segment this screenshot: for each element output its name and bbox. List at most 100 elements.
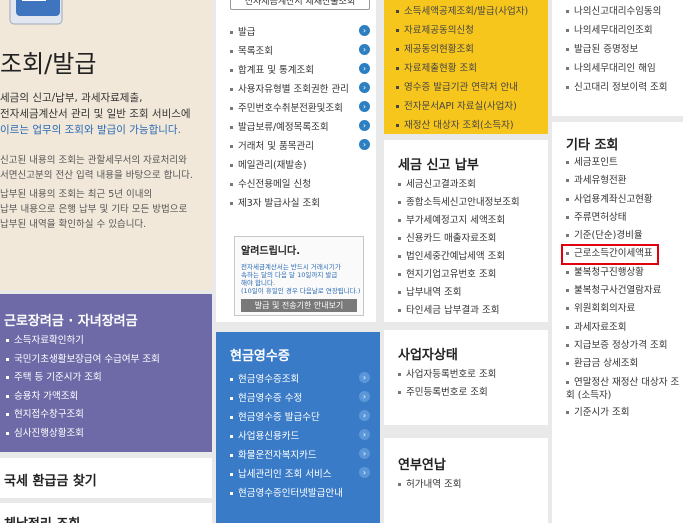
note-line-4: 납부 내용으로 은행 납부 및 기타 모든 방법으로 [0,204,188,215]
delinquent-title: 체납정리 조회 [4,513,80,523]
earned-income-list: 소득자료확인하기 국민기초생활보장급여 수급여부 조회 주택 등 기준시가 조회… [6,332,206,443]
earned-income-box: 근로장려금 · 자녀장려금 소득자료확인하기 국민기초생활보장급여 수급여부 조… [0,294,212,452]
etc-item[interactable]: 주류면허상태 [566,209,683,227]
agent-item[interactable]: 나의세무대리인 해임 [566,59,683,78]
etc-item[interactable]: 과세유형전환 [566,172,683,190]
agent-item[interactable]: 발급된 증명정보 [566,40,683,59]
yellow-item[interactable]: 소득세액공제조회/발급(사업자) [396,2,544,21]
yellow-box: 소득세액공제조회/발급(사업자) 자료제공동의신청 제공동의현황조회 자료제출현… [384,0,548,134]
etc-item[interactable]: 세금포인트 [566,154,683,172]
chevron-right-icon: › [359,82,370,93]
business-status-item[interactable]: 사업자등록번호로 조회 [398,366,543,384]
cash-receipt-box: 현금영수증 현금영수증조회 › 현금영수증 수정 › 현금영수증 발급수단 › 사업용… [216,332,380,523]
tax-report-list: 세금신고결과조회 종합소득세신고안내정보조회 부가세예정고지 세액조회 신용카드… [398,176,543,320]
etc-item[interactable]: 지급보증 정상가격 조회 [566,337,683,355]
yellow-item[interactable]: 제공동의현황조회 [396,40,544,59]
etc-title: 기타 조회 [566,138,619,153]
etax-item[interactable]: 메일관리(재발송) [230,156,370,175]
yellow-item[interactable]: 전자문서API 자료실(사업자) [396,97,544,116]
agent-list: 나의신고대리수임동의 나의세무대리인조회 발급된 증명정보 나의세무대리인 해임… [566,2,683,97]
etax-panel: 전자세금계산서 제재산출조회 발급 › 목록조회 › 합계표 및 통계조회 › 사용자… [216,0,376,322]
note-line-5: 납부된 내역을 확인하실 수 있습니다. [0,219,147,230]
cash-receipt-item[interactable]: 현금영수증조회 › [230,370,370,389]
tax-report-item[interactable]: 신용카드 매출자료조회 [398,230,543,248]
etax-top-button[interactable]: 전자세금계산서 제재산출조회 [230,0,370,10]
cash-receipt-item[interactable]: 사업용신용카드 › [230,427,370,446]
refund-box[interactable]: 국세 환급금 찾기 [0,458,212,498]
etax-item[interactable]: 주민번호수취분전환및조회 › [230,99,370,118]
earned-income-title: 근로장려금 · 자녀장려금 [4,314,138,329]
etc-item-highlighted[interactable]: 근로소득간이세액표 [561,244,659,265]
chevron-right-icon: › [359,372,370,383]
tax-report-item[interactable]: 종합소득세신고안내정보조회 [398,194,543,212]
cash-receipt-item[interactable]: 현금영수증 수정 › [230,389,370,408]
cash-receipt-item[interactable]: 화물운전자복지카드 › [230,446,370,465]
earned-income-item[interactable]: 소득자료확인하기 [6,332,206,351]
etc-item[interactable]: 기준(단순)경비율 [566,227,683,245]
etc-item[interactable]: 기준시가 조회 [566,404,683,422]
annual-pension-list: 허가내역 조회 [398,476,543,494]
earned-income-item[interactable]: 승용차 가액조회 [6,388,206,407]
tax-report-item[interactable]: 현지기업고유번호 조회 [398,266,543,284]
etc-item[interactable]: 과세자료조회 [566,319,683,337]
etc-item[interactable]: 불복청구진행상황 [566,264,683,282]
etax-list: 발급 › 목록조회 › 합계표 및 통계조회 › 사용자유형별 조회권한 관리 › 주민… [230,23,370,213]
yellow-item[interactable]: 자료제출현황 조회 [396,59,544,78]
note-line-2: 서면신고분의 전산 입력 내용을 바탕으로 합니다. [0,170,193,181]
earned-income-item[interactable]: 주택 등 기준시가 조회 [6,369,206,388]
tax-report-item[interactable]: 세금신고결과조회 [398,176,543,194]
note-line-1: 신고된 내용의 조회는 관할세무서의 자료처리와 [0,155,187,166]
notice-line-4: (10일이 휴일인 경우 다음날로 연장됩니다.) [241,287,361,295]
delinquent-box[interactable]: 체납정리 조회 [0,503,212,523]
cash-receipt-item[interactable]: 현금영수증 발급수단 › [230,408,370,427]
etax-item[interactable]: 발급 › [230,23,370,42]
chevron-right-icon: › [359,63,370,74]
etc-item[interactable]: 환급금 상세조회 [566,355,683,373]
etax-item[interactable]: 합계표 및 통계조회 › [230,61,370,80]
agent-item[interactable]: 나의세무대리인조회 [566,21,683,40]
etc-item[interactable]: 위원회회의자료 [566,300,683,318]
business-status-list: 사업자등록번호로 조회 주민등록번호로 조회 [398,366,543,402]
etc-item[interactable]: 불복청구사건열람자료 [566,282,683,300]
yellow-item[interactable]: 자료제공동의신청 [396,21,544,40]
cash-receipt-item[interactable]: 납세관리인 조회 서비스 › [230,465,370,484]
refund-title: 국세 환급금 찾기 [4,474,97,489]
etc-list: 세금포인트 과세유형전환 사업용계좌신고현황 주류면허상태 기준(단순)경비율 … [561,154,683,422]
agent-box: 나의신고대리수임동의 나의세무대리인조회 발급된 증명정보 나의세무대리인 해임… [552,0,683,116]
tax-report-item[interactable]: 법인세중간예납세액 조회 [398,248,543,266]
etc-item[interactable]: 사업용계좌신고현황 [566,191,683,209]
yellow-item[interactable]: 재정산 대상자 조회(소득자) [396,116,544,135]
tax-report-box: 세금 신고 납부 세금신고결과조회 종합소득세신고안내정보조회 부가세예정고지 … [384,140,548,322]
tax-report-item[interactable]: 타인세금 납부결과 조회 [398,302,543,320]
cash-receipt-item[interactable]: 현금영수증인터넷발급안내 [230,484,370,503]
chevron-right-icon: › [359,467,370,478]
earned-income-item[interactable]: 심사진행상황조회 [6,425,206,444]
etax-item[interactable]: 수신전용메일 신청 [230,175,370,194]
yellow-item[interactable]: 영수증 발급기관 연락처 안내 [396,78,544,97]
etax-item[interactable]: 제3자 발급사실 조회 [230,194,370,213]
etax-item[interactable]: 거래처 및 품목관리 › [230,137,370,156]
chevron-right-icon: › [359,101,370,112]
notice-line-2: 속하는 달의 다음 달 10일까지 발급 [241,271,338,279]
earned-income-item[interactable]: 국민기초생활보장급여 수급여부 조회 [6,351,206,370]
notice-box: 알려드립니다. 전자세금계산서는 반드시 거래시기가 속하는 달의 다음 달 1… [234,236,364,316]
tax-report-item[interactable]: 부가세예정고지 세액조회 [398,212,543,230]
annual-pension-title: 연부연납 [398,458,446,473]
chevron-right-icon: › [359,120,370,131]
business-status-title: 사업자상태 [398,348,458,363]
cash-receipt-list: 현금영수증조회 › 현금영수증 수정 › 현금영수증 발급수단 › 사업용신용카드 › … [230,370,370,503]
etc-item[interactable]: 연말정산 재정산 대상자 조회 (소득자) [566,374,683,404]
intro-notes: 신고된 내용의 조회는 관할세무서의 자료처리와 서면신고분의 전산 입력 내용… [0,153,193,232]
agent-item[interactable]: 신고대리 정보이력 조회 [566,78,683,97]
annual-pension-item[interactable]: 허가내역 조회 [398,476,543,494]
earned-income-item[interactable]: 현지접수창구조회 [6,406,206,425]
etax-item[interactable]: 사용자유형별 조회권한 관리 › [230,80,370,99]
agent-item[interactable]: 나의신고대리수임동의 [566,2,683,21]
chevron-right-icon: › [359,410,370,421]
note-line-3: 납부된 내용의 조회는 최근 5년 이내의 [0,189,153,200]
tax-report-item[interactable]: 납부내역 조회 [398,284,543,302]
business-status-item[interactable]: 주민등록번호로 조회 [398,384,543,402]
etax-item[interactable]: 발급보류/예정목록조회 › [230,118,370,137]
etax-item[interactable]: 목록조회 › [230,42,370,61]
notice-button[interactable]: 발급 및 전송기한 안내보기 [241,299,357,312]
